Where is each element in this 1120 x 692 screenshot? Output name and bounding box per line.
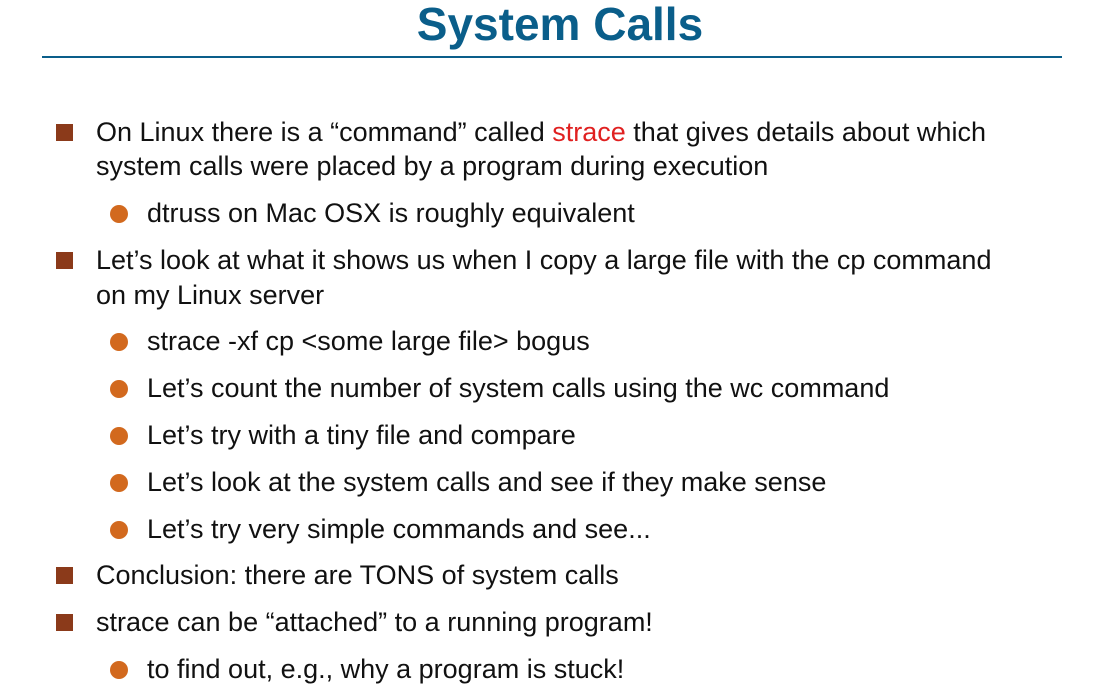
- bullet-text-post: that gives details about which: [625, 117, 986, 147]
- square-bullet-icon: [56, 252, 73, 269]
- subbullet-program-stuck: to find out, e.g., why a program is stuc…: [147, 654, 625, 684]
- round-bullet-icon: [110, 661, 128, 679]
- bullet-cp-line2: on my Linux server: [96, 280, 325, 310]
- bullet-strace-line1: On Linux there is a “command” called str…: [96, 115, 986, 149]
- subbullet-simple-commands: Let’s try very simple commands and see..…: [147, 514, 651, 544]
- bullet-cp-line1: Let’s look at what it shows us when I co…: [96, 245, 992, 275]
- subbullet-make-sense: Let’s look at the system calls and see i…: [147, 467, 827, 497]
- square-bullet-icon: [56, 614, 73, 631]
- subbullet-dtruss: dtruss on Mac OSX is roughly equivalent: [147, 198, 635, 228]
- round-bullet-icon: [110, 205, 128, 223]
- square-bullet-icon: [56, 124, 73, 141]
- subbullet-count-calls: Let’s count the number of system calls u…: [147, 373, 890, 403]
- subbullet-tiny-file: Let’s try with a tiny file and compare: [147, 420, 576, 450]
- slide-title: System Calls: [416, 0, 704, 50]
- bullet-strace-line2: system calls were placed by a program du…: [96, 151, 769, 181]
- round-bullet-icon: [110, 380, 128, 398]
- round-bullet-icon: [110, 521, 128, 539]
- round-bullet-icon: [110, 333, 128, 351]
- square-bullet-icon: [56, 567, 73, 584]
- subbullet-strace-command: strace -xf cp <some large file> bogus: [147, 326, 590, 356]
- bullet-conclusion: Conclusion: there are TONS of system cal…: [96, 560, 619, 590]
- round-bullet-icon: [110, 474, 128, 492]
- round-bullet-icon: [110, 427, 128, 445]
- strace-highlight: strace: [552, 117, 626, 147]
- bullet-text-pre: On Linux there is a “command” called: [96, 117, 553, 147]
- title-underline: [42, 56, 1062, 58]
- bullet-attached: strace can be “attached” to a running pr…: [96, 607, 653, 637]
